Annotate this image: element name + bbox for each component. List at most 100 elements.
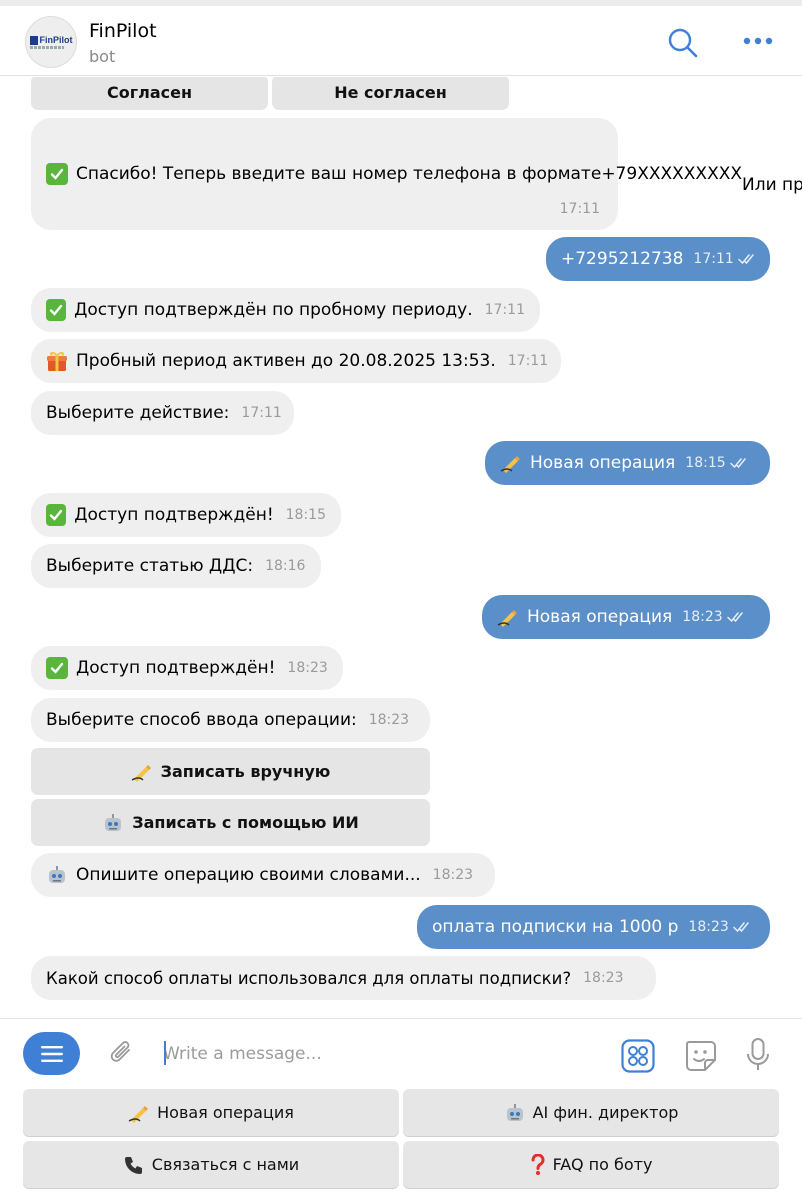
- record-manually-button[interactable]: Записать вручную: [31, 748, 430, 795]
- agree-label: Согласен: [107, 83, 192, 102]
- paperclip-icon: [110, 1041, 130, 1062]
- disagree-button[interactable]: Не согласен: [272, 77, 509, 110]
- bot-menu-button[interactable]: [23, 1032, 80, 1075]
- message-text: Или просто нажмите кнопку ниже: [742, 175, 802, 195]
- finpilot-logo: FinPilot: [29, 35, 73, 49]
- record-with-ai-button[interactable]: Записать с помощью ИИ: [31, 799, 430, 846]
- telephone-icon: [123, 1154, 145, 1176]
- double-check-icon: [733, 921, 753, 933]
- message-list[interactable]: Согласен Не согласен Спасибо! Теперь вве…: [0, 77, 802, 1018]
- writing-hand-icon: [128, 1102, 150, 1124]
- message-text: Какой способ оплаты использовался для оп…: [46, 968, 572, 988]
- keyboard-faq-button[interactable]: FAQ по боту: [403, 1141, 779, 1188]
- message-incoming: Выберите действие: 17:11: [31, 391, 294, 435]
- record-with-ai-label: Записать с помощью ИИ: [132, 813, 359, 832]
- chat-title[interactable]: FinPilot: [89, 20, 157, 42]
- search-button[interactable]: [664, 24, 702, 62]
- check-mark-icon: [46, 162, 68, 185]
- message-time: 18:23: [432, 866, 474, 883]
- message-outgoing: Новая операция 18:15: [485, 441, 770, 485]
- message-text: Пробный период активен до 20.08.2025 13:…: [76, 350, 496, 371]
- message-text: Новая операция: [530, 452, 676, 473]
- message-time: 17:11: [507, 352, 549, 369]
- message-text: Выберите способ ввода операции:: [46, 709, 357, 730]
- message-time: 18:16: [265, 557, 306, 574]
- message-incoming: Спасибо! Теперь введите ваш номер телефо…: [31, 118, 802, 230]
- message-incoming: Опишите операцию своими словами... 18:23: [31, 853, 495, 897]
- message-meta: 18:23: [688, 916, 752, 939]
- logo-mark-icon: [29, 35, 38, 45]
- message-time: 17:11: [693, 250, 734, 267]
- message-incoming: Доступ подтверждён! 18:15: [31, 493, 341, 537]
- message-line: Спасибо! Теперь введите ваш номер телефо…: [46, 162, 601, 186]
- check-mark-icon: [46, 504, 67, 526]
- keyboard-new-operation-label: Новая операция: [157, 1103, 294, 1122]
- message-time: 17:11: [484, 301, 525, 318]
- double-check-icon: [729, 457, 750, 469]
- more-button[interactable]: [738, 26, 778, 56]
- message-text: Доступ подтверждён!: [74, 504, 274, 525]
- message-time: 18:15: [285, 506, 326, 523]
- message-line: Или просто нажмите кнопку ниже: [742, 174, 802, 197]
- message-input[interactable]: [163, 1039, 593, 1069]
- sticker-button[interactable]: [682, 1037, 720, 1075]
- keyboard-contact-label: Связаться с нами: [151, 1155, 300, 1174]
- keyboard-faq-label: FAQ по боту: [552, 1155, 653, 1174]
- message-text: Новая операция: [527, 606, 673, 627]
- sticker-icon: [686, 1041, 716, 1071]
- message-text: +7295212738: [561, 248, 684, 269]
- message-text: Опишите операцию своими словами...: [76, 864, 421, 885]
- message-time: 18:23: [368, 711, 410, 728]
- bot-keyboard-button[interactable]: [620, 1038, 656, 1074]
- avatar[interactable]: FinPilot: [25, 16, 77, 68]
- message-incoming: Пробный период активен до 20.08.2025 13:…: [31, 339, 561, 383]
- message-time: 18:23: [287, 659, 328, 676]
- keyboard-ai-director-label: AI фин. директор: [532, 1103, 679, 1122]
- keyboard-contact-button[interactable]: Связаться с нами: [23, 1141, 399, 1188]
- message-incoming: Какой способ оплаты использовался для оп…: [31, 956, 656, 1000]
- message-outgoing: оплата подписки на 1000 р 18:23: [417, 905, 770, 949]
- microphone-icon: [747, 1038, 769, 1070]
- disagree-label: Не согласен: [334, 83, 447, 102]
- robot-icon: [504, 1102, 526, 1124]
- message-outgoing: Новая операция 18:23: [482, 595, 770, 639]
- question-mark-icon: [530, 1153, 546, 1176]
- logo-text: FinPilot: [39, 35, 73, 45]
- message-time: 17:11: [241, 404, 282, 421]
- search-icon: [668, 28, 698, 58]
- attach-button[interactable]: [104, 1035, 140, 1071]
- composer-bar: [0, 1018, 802, 1088]
- text-cursor: [164, 1041, 166, 1065]
- double-check-icon: [726, 611, 747, 623]
- chat-header: FinPilot FinPilot bot: [0, 6, 802, 76]
- message-text: Доступ подтверждён по пробному периоду.: [74, 299, 473, 320]
- message-meta: 17:11: [693, 248, 757, 271]
- message-text: оплата подписки на 1000 р: [432, 916, 679, 937]
- writing-hand-icon: [500, 452, 522, 474]
- check-mark-icon: [46, 299, 67, 321]
- more-dots-icon: [743, 37, 773, 45]
- message-text: Выберите действие:: [46, 402, 230, 423]
- message-text: Доступ подтверждён!: [76, 657, 276, 678]
- message-time: 18:23: [682, 608, 723, 625]
- keyboard-grid-icon: [621, 1039, 655, 1073]
- message-time: 17:11: [559, 201, 600, 217]
- message-incoming: Выберите способ ввода операции: 18:23: [31, 698, 430, 742]
- message-time: 18:15: [685, 454, 726, 471]
- message-incoming: Доступ подтверждён по пробному периоду. …: [31, 288, 540, 332]
- gift-icon: [46, 350, 68, 372]
- message-meta: 18:23: [682, 606, 746, 629]
- voice-message-button[interactable]: [742, 1035, 774, 1075]
- message-text: Выберите статью ДДС:: [46, 555, 254, 576]
- double-check-icon: [738, 253, 758, 265]
- keyboard-new-operation-button[interactable]: Новая операция: [23, 1089, 399, 1136]
- logo-tagline: [29, 46, 64, 49]
- keyboard-ai-director-button[interactable]: AI фин. директор: [403, 1089, 779, 1136]
- message-incoming: Доступ подтверждён! 18:23: [31, 646, 343, 690]
- reply-keyboard: Новая операция AI фин. директор Связатьс…: [0, 1088, 802, 1200]
- message-time: 18:23: [583, 969, 624, 986]
- chat-subtitle: bot: [89, 47, 116, 66]
- message-time: 18:23: [688, 918, 729, 935]
- check-mark-icon: [46, 657, 68, 679]
- agree-button[interactable]: Согласен: [31, 77, 268, 110]
